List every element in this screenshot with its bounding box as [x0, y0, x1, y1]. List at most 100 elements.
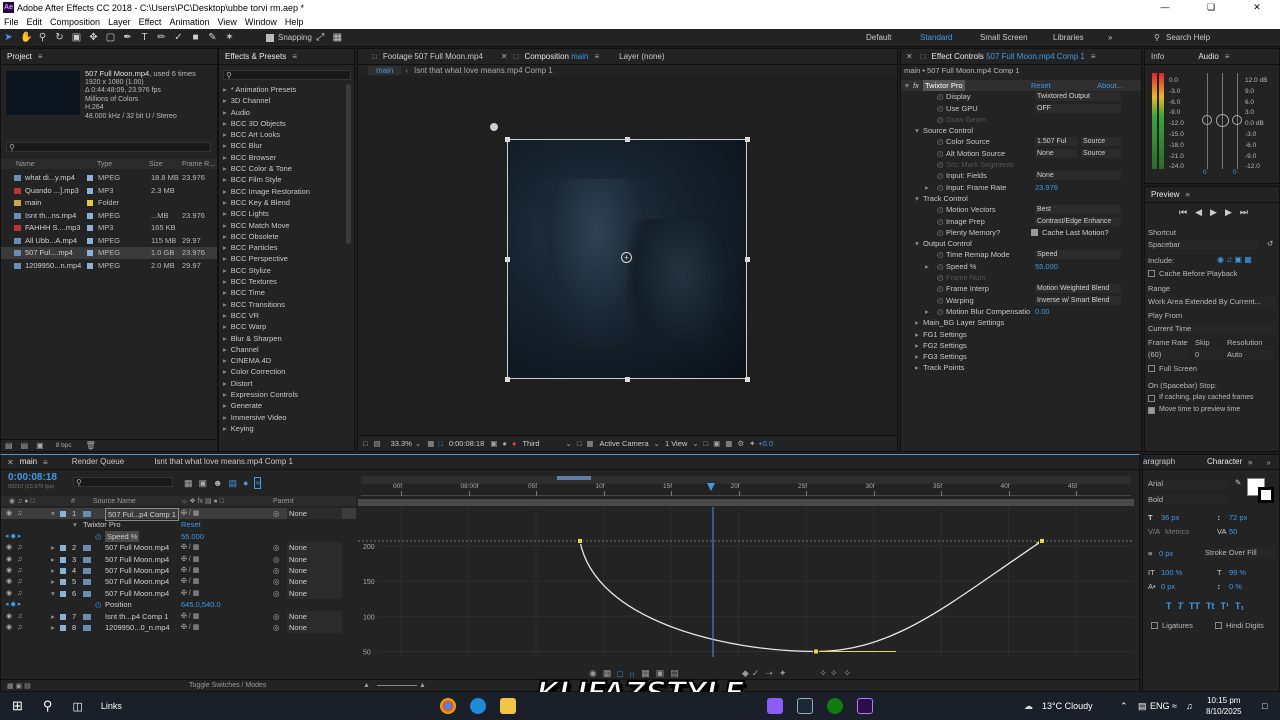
project-file-row[interactable]: main Folder	[1, 197, 217, 209]
audio-icon[interactable]: ♫	[17, 576, 22, 587]
paragraph-tab[interactable]: aragraph	[1143, 454, 1181, 470]
effect-control-row[interactable]: ▸ FG2 Settings	[901, 340, 1141, 351]
menu-composition[interactable]: Composition	[46, 17, 104, 27]
tray-network-icon[interactable]: ▤	[1138, 701, 1147, 712]
label-color-swatch[interactable]	[87, 212, 93, 219]
expand-arrow-icon[interactable]: ▸	[51, 554, 55, 565]
close-tab-icon[interactable]: ✕	[501, 52, 508, 61]
stopwatch-icon[interactable]: ◴	[937, 295, 944, 306]
expand-arrow-icon[interactable]: ▸	[51, 576, 55, 587]
fast-preview-icon[interactable]: ⚙	[737, 439, 744, 448]
effect-reset[interactable]: Reset	[181, 519, 201, 530]
effect-control-extra[interactable]: Source	[1081, 137, 1121, 147]
label-color-swatch[interactable]	[60, 579, 66, 586]
stroke-mode-dropdown[interactable]: Stroke Over Fill	[1205, 548, 1275, 558]
audio-slider-handle[interactable]	[1216, 114, 1229, 127]
layer-switches[interactable]: ✠ / ▦	[181, 542, 199, 553]
layer-switches-icon[interactable]: ▦ ▣ ▤	[7, 682, 31, 690]
effect-category[interactable]: ▸ BCC Match Move	[221, 220, 343, 231]
type-tool-icon[interactable]: T	[139, 32, 150, 43]
effect-control-value[interactable]: Best	[1035, 205, 1121, 215]
expand-arrow-icon[interactable]: ▾	[51, 588, 55, 599]
font-family-dropdown[interactable]: Arial	[1148, 479, 1228, 489]
chrome-icon[interactable]	[440, 698, 456, 714]
label-color-swatch[interactable]	[60, 567, 66, 574]
tray-chevron-icon[interactable]: ⌃	[1120, 701, 1128, 712]
stop2-checkbox[interactable]	[1148, 407, 1155, 414]
stopwatch-icon[interactable]: ◴	[937, 148, 944, 159]
project-file-row[interactable]: Isnt th...ns.mp4 MPEG ...MB 23.976	[1, 210, 217, 222]
weather-text[interactable]: 13°C Cloudy	[1042, 701, 1093, 711]
effect-control-value[interactable]: None	[1035, 171, 1121, 181]
more-panels-icon[interactable]: »	[1267, 458, 1271, 467]
expand-arrow-icon[interactable]: ▾	[915, 193, 919, 204]
auto-bezier-icon[interactable]: ✦	[779, 668, 787, 679]
search-icon[interactable]: ⚲	[43, 698, 53, 714]
play-from-dropdown[interactable]: Current Time	[1148, 324, 1276, 334]
expand-arrow-icon[interactable]: ▸	[925, 182, 929, 193]
visibility-eye-icon[interactable]: ◉	[6, 554, 12, 565]
effect-control-row[interactable]: ▸ ◴ Speed % 55.000	[901, 261, 1141, 272]
effect-control-row[interactable]: ▾ fx Twixtor Pro Reset About...	[901, 80, 1141, 92]
effect-control-row[interactable]: ◴ Use GPU OFF	[901, 103, 1141, 114]
frame-rate-dropdown[interactable]: (60)	[1148, 350, 1188, 360]
audio-icon[interactable]: ♫	[17, 611, 22, 622]
project-file-row[interactable]: 507 Ful....mp4 MPEG 1.0 GB 23.976	[1, 247, 217, 259]
effect-category[interactable]: ▸ Distort	[221, 378, 343, 389]
transparency-grid-icon[interactable]: ▦	[586, 439, 593, 448]
effect-controls-tab[interactable]: Effect Controls 507 Full Moon.mp4 Comp 1	[926, 49, 1091, 65]
parent-pickwhip-icon[interactable]: ◎	[273, 508, 280, 519]
mask-icon[interactable]: □	[438, 439, 443, 448]
roi-icon[interactable]: □	[577, 439, 582, 448]
label-color-swatch[interactable]	[87, 175, 93, 181]
info-tab[interactable]: Info	[1145, 49, 1170, 65]
pen-tool-icon[interactable]: ✒	[122, 32, 133, 43]
visibility-eye-icon[interactable]: ◉	[6, 565, 12, 576]
effect-control-row[interactable]: ▾ Track Control	[901, 193, 1141, 204]
col-source-name[interactable]: Source Name	[93, 498, 136, 505]
effect-category[interactable]: ▸ Expression Controls	[221, 389, 343, 400]
layer-name[interactable]: 507 Full Moon.mp4	[105, 554, 169, 565]
stopwatch-icon[interactable]: ◴	[937, 103, 944, 114]
effect-category[interactable]: ▸ BCC 3D Objects	[221, 118, 343, 129]
label-color-swatch[interactable]	[60, 613, 66, 620]
toggle-pixel-icon[interactable]: □	[704, 439, 709, 448]
label-color-swatch[interactable]	[87, 225, 93, 231]
volume-icon[interactable]: ♫	[1186, 701, 1193, 711]
keyframe-nav-icon[interactable]: ◂ ◆ ▸	[5, 531, 21, 542]
project-search-input[interactable]: ⚲	[6, 142, 211, 152]
effect-category[interactable]: ▸ BCC Browser	[221, 152, 343, 163]
flowchart-icon[interactable]: ▦	[725, 439, 732, 448]
layer-row[interactable]: ◉ ♫ ▸ 4 507 Full Moon.mp4 ✠ / ▦ ◎ None	[1, 564, 356, 577]
kerning-value[interactable]: Metrics	[1165, 527, 1189, 536]
prev-frame-icon[interactable]: ◀	[1195, 207, 1202, 218]
tracking-value[interactable]: 50	[1229, 527, 1237, 536]
effect-control-extra[interactable]: Source	[1081, 148, 1121, 158]
effects-scrollbar[interactable]	[346, 84, 351, 244]
layer-name[interactable]: 507 Full Moon.mp4	[105, 576, 169, 587]
audio-icon[interactable]: ♫	[17, 554, 22, 565]
work-area-range[interactable]	[358, 499, 1134, 506]
layer-switches[interactable]: ✠ / ▦	[181, 554, 199, 565]
project-file-row[interactable]: FAHHH S....mp3 MP3 165 KB	[1, 222, 217, 234]
expand-arrow-icon[interactable]: ▸	[51, 565, 55, 576]
parent-dropdown[interactable]: None	[287, 587, 342, 600]
subtab-comp1[interactable]: Isnt that what love means.mp4 Comp 1	[414, 66, 553, 75]
parent-pickwhip-icon[interactable]: ◎	[273, 622, 280, 633]
effect-control-row[interactable]: ◴ Src: Mark Segments	[901, 159, 1141, 170]
font-size-value[interactable]: 36 px	[1161, 513, 1179, 522]
expand-arrow-icon[interactable]: ▸	[51, 611, 55, 622]
label-color-swatch[interactable]	[60, 624, 66, 631]
layer-name[interactable]: 507 Full Moon.mp4	[105, 588, 169, 599]
workspace-small-screen[interactable]: Small Screen	[980, 33, 1028, 42]
label-color-swatch[interactable]	[60, 590, 66, 597]
effect-category[interactable]: ▸ 3D Channel	[221, 95, 343, 106]
workspace-libraries[interactable]: Libraries	[1053, 33, 1084, 42]
audio-slider-handle[interactable]	[1202, 115, 1212, 125]
layer-row[interactable]: ◉ ♫ ▾ 1 507 Ful...p4 Comp 1 ✠ / ▦ ◎ None	[1, 508, 356, 522]
effect-control-row[interactable]: ▾ Source Control	[901, 125, 1141, 136]
menu-help[interactable]: Help	[281, 17, 308, 27]
panel-menu-icon[interactable]: ≡	[594, 52, 599, 61]
effect-control-value[interactable]: OFF	[1035, 103, 1121, 113]
timeline-search-input[interactable]: ⚲	[73, 477, 173, 487]
